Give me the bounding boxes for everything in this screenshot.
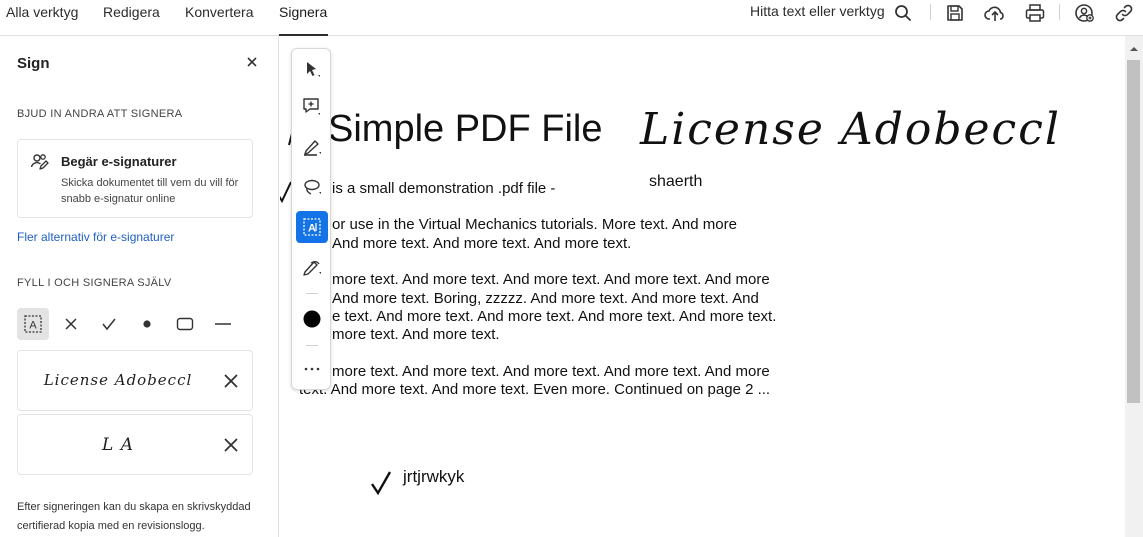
document-paragraph-2-line-1: or use in the Virtual Mechanics tutorial… <box>332 216 737 233</box>
placed-signature[interactable]: License Adobeccl <box>640 104 1061 155</box>
tab-all-tools[interactable]: Alla verktyg <box>6 0 78 36</box>
document-paragraph-3-line-4: more text. And more text. <box>332 326 500 343</box>
color-dot-icon[interactable] <box>296 303 328 335</box>
document-paragraph-2-line-2: And more text. And more text. And more t… <box>332 235 632 252</box>
share-user-icon[interactable] <box>1073 2 1095 24</box>
top-toolbar: Alla verktyg Redigera Konvertera Signera… <box>0 0 1143 36</box>
more-icon[interactable] <box>296 353 328 385</box>
highlight-pen-icon[interactable] <box>296 131 328 163</box>
print-icon[interactable] <box>1024 2 1046 24</box>
invite-section-label: BJUD IN ANDRA ATT SIGNERA <box>17 108 183 120</box>
checkmark-icon[interactable] <box>93 308 125 340</box>
text-box-icon[interactable]: A <box>296 211 328 243</box>
cloud-upload-icon[interactable] <box>984 2 1006 24</box>
lasso-icon[interactable] <box>296 171 328 203</box>
request-esignatures-description: Skicka dokumentet till vem du vill för s… <box>61 177 239 205</box>
document-title: Simple PDF File <box>328 108 603 150</box>
document-paragraph-3-line-3: e text. And more text. And more text. An… <box>332 308 777 325</box>
annotation-tool-palette: A <box>291 48 331 390</box>
document-paragraph-3-line-1: more text. And more text. And more text.… <box>332 271 770 288</box>
certified-copy-note: Efter signeringen kan du skapa en skrivs… <box>17 501 251 532</box>
link-icon[interactable] <box>1113 2 1135 24</box>
saved-signature-card[interactable]: License Adobeccl <box>17 350 253 411</box>
placed-checkmark-icon[interactable] <box>370 470 392 496</box>
request-esignatures-title: Begär e-signaturer <box>61 154 177 169</box>
cross-icon[interactable] <box>55 308 87 340</box>
placed-text-field[interactable]: shaerth <box>649 173 702 191</box>
sign-panel: Sign BJUD IN ANDRA ATT SIGNERA Begär e-s… <box>0 36 279 537</box>
fill-sign-section-label: FYLL I OCH SIGNERA SJÄLV <box>17 277 172 289</box>
document-paragraph-3-line-2: And more text. Boring, zzzzz. And more t… <box>332 290 759 307</box>
close-icon[interactable] <box>244 54 260 70</box>
more-esign-options-link[interactable]: Fler alternativ för e-signaturer <box>17 230 174 244</box>
document-paragraph-1: is a small demonstration .pdf file - <box>332 180 556 197</box>
tab-convert[interactable]: Konvertera <box>185 0 253 36</box>
toolbar-divider <box>930 4 931 20</box>
rectangle-icon[interactable] <box>169 308 201 340</box>
placed-check-text[interactable]: jrtjrwkyk <box>403 467 464 487</box>
document-paragraph-4-line-1: more text. And more text. And more text.… <box>332 363 770 380</box>
document-paragraph-4-line-2: text. And more text. And more text. Even… <box>299 381 771 398</box>
delete-initials-icon[interactable] <box>223 437 239 453</box>
save-icon[interactable] <box>944 2 966 24</box>
svg-text:A: A <box>29 320 37 332</box>
search-tools-label[interactable]: Hitta text eller verktyg <box>750 3 885 19</box>
tab-sign[interactable]: Signera <box>279 0 328 36</box>
request-esignatures-card[interactable]: Begär e-signaturer Skicka dokumentet til… <box>17 139 253 218</box>
panel-title: Sign <box>17 55 50 72</box>
draw-pen-icon[interactable] <box>296 251 328 283</box>
text-field-icon[interactable]: A <box>17 308 49 340</box>
saved-initials-text: L A <box>102 435 134 455</box>
delete-signature-icon[interactable] <box>223 373 239 389</box>
select-arrow-icon[interactable] <box>296 53 328 85</box>
palette-divider <box>306 293 318 294</box>
scroll-up-arrow-icon[interactable] <box>1128 42 1140 54</box>
saved-signature-text: License Adobeccl <box>43 371 193 389</box>
saved-initials-card[interactable]: L A <box>17 414 253 475</box>
line-icon[interactable] <box>207 308 239 340</box>
dot-icon[interactable] <box>131 308 163 340</box>
request-signature-icon <box>30 152 50 172</box>
add-comment-icon[interactable] <box>296 91 328 123</box>
scrollbar-thumb[interactable] <box>1127 60 1140 403</box>
search-icon[interactable] <box>892 2 914 24</box>
palette-divider <box>306 345 318 346</box>
svg-text:A: A <box>308 223 316 235</box>
toolbar-divider <box>1059 4 1060 20</box>
tab-edit[interactable]: Redigera <box>103 0 160 36</box>
document-page: Simple PDF File License Adobeccl shaerth… <box>280 36 1125 537</box>
